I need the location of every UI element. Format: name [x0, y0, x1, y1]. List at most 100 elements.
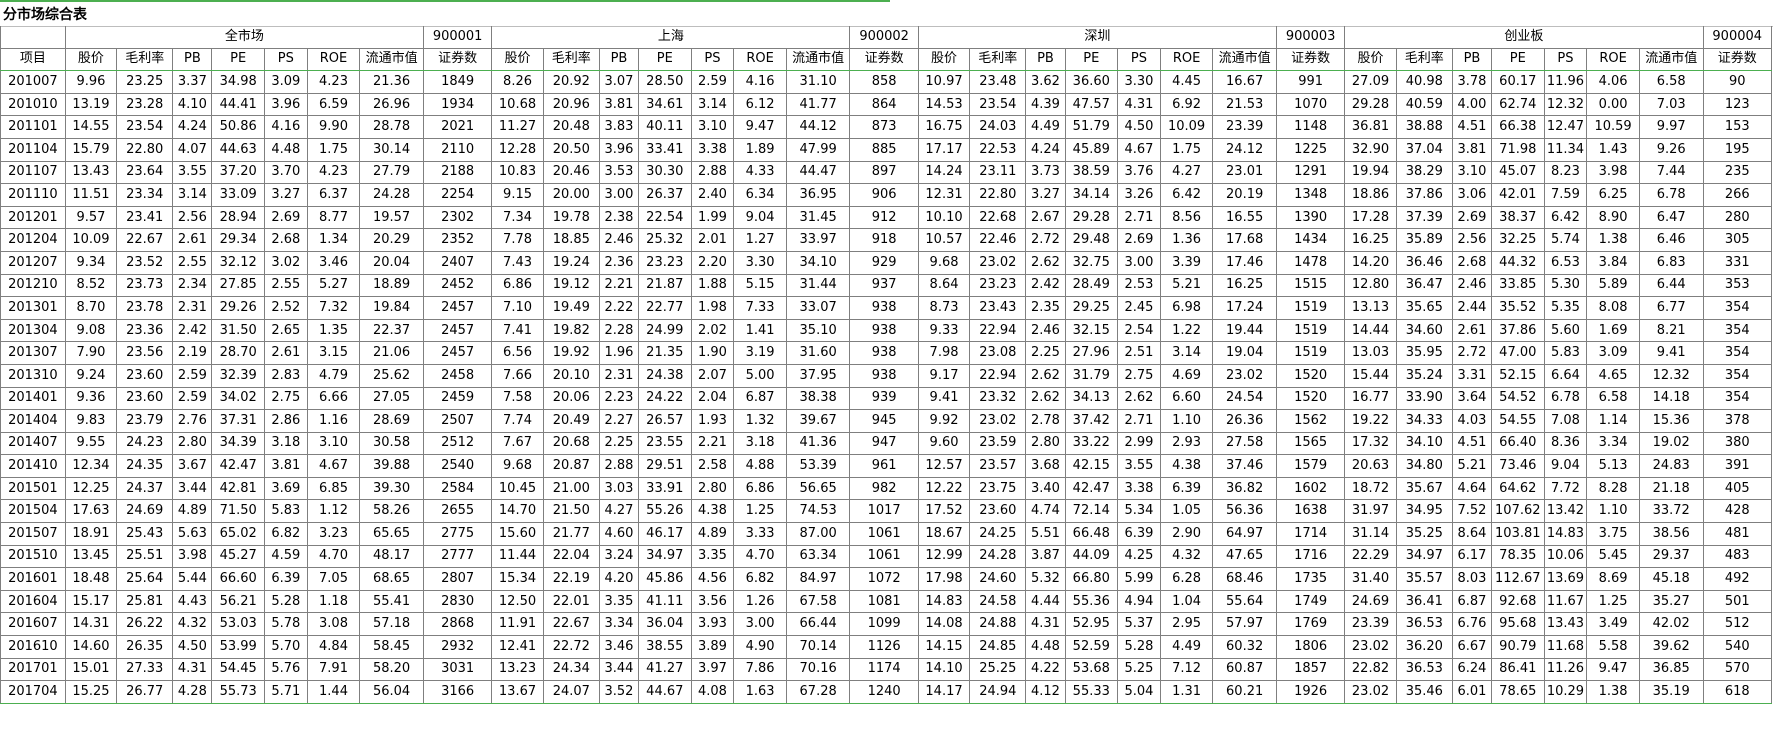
- data-cell: 22.01: [542, 589, 600, 614]
- data-cell: 19.24: [542, 250, 600, 275]
- data-cell: 34.98: [211, 70, 265, 94]
- data-cell: 929: [849, 250, 919, 275]
- data-cell: 24.60: [969, 567, 1027, 591]
- data-cell: 5.21: [1451, 454, 1493, 478]
- data-cell: 9.26: [1638, 137, 1704, 162]
- data-cell: 3.38: [690, 137, 735, 162]
- data-cell: 4.43: [172, 589, 213, 614]
- column-header-cell: 股价: [917, 47, 971, 72]
- data-cell: 11.67: [1543, 589, 1588, 614]
- data-cell: 12.50: [491, 589, 544, 614]
- data-cell: 1562: [1275, 409, 1346, 433]
- data-cell: 4.31: [1025, 612, 1066, 637]
- data-cell: 3.56: [690, 589, 735, 614]
- data-cell: 9.34: [64, 250, 118, 275]
- data-cell: 2.27: [598, 409, 640, 433]
- data-cell: 6.85: [306, 476, 361, 501]
- data-cell: 501: [1702, 589, 1772, 614]
- data-cell: 54.55: [1491, 409, 1545, 433]
- data-cell: 3.78: [1451, 70, 1493, 94]
- data-cell: 53.99: [211, 635, 265, 659]
- data-cell: 87.00: [785, 522, 851, 546]
- data-cell: 4.12: [1025, 680, 1066, 704]
- data-cell: 52.15: [1491, 363, 1545, 388]
- data-cell: 280: [1702, 205, 1772, 230]
- data-cell: 38.38: [785, 386, 851, 411]
- table-row: 201507 18.91 25.43 5.63 65.02 6.82 3.23 65.65 27…: [0, 522, 1772, 546]
- data-cell: 18.67: [917, 522, 971, 546]
- table-row: 201404 9.83 23.79 2.76 37.31 2.86 1.16 28.69 250…: [0, 409, 1772, 433]
- period-cell: 201204: [0, 228, 66, 252]
- data-cell: 3.26: [1117, 183, 1161, 207]
- period-cell: 201410: [0, 454, 66, 478]
- data-cell: 354: [1702, 386, 1772, 411]
- period-cell: 201504: [0, 499, 66, 524]
- data-cell: 33.22: [1064, 431, 1119, 456]
- data-cell: 84.97: [785, 567, 851, 591]
- table-row: 201501 12.25 24.37 3.44 42.81 3.69 6.85 39.30 25…: [0, 476, 1772, 501]
- data-cell: 90: [1702, 70, 1772, 94]
- period-cell: 201701: [0, 657, 66, 682]
- data-cell: 38.55: [638, 635, 692, 659]
- data-cell: 858: [849, 70, 919, 94]
- data-cell: 35.27: [1638, 589, 1704, 614]
- data-cell: 5.21: [1159, 273, 1214, 298]
- data-cell: 9.60: [917, 431, 971, 456]
- data-cell: 36.81: [1344, 115, 1397, 139]
- column-header-row: 项目 股价 毛利率 PB PE PS ROE 流通市值 证券数 股价 毛利率 PB PE PS ROE 流通市…: [0, 47, 1772, 72]
- data-cell: 27.96: [1064, 341, 1119, 365]
- data-cell: 15.36: [1638, 409, 1704, 433]
- data-cell: 22.67: [542, 612, 600, 637]
- column-header-cell: ROE: [1586, 47, 1640, 72]
- data-cell: 23.02: [969, 409, 1027, 433]
- table-row: 201401 9.36 23.60 2.59 34.02 2.75 6.66 27.05 245…: [0, 386, 1772, 411]
- data-cell: 34.10: [785, 250, 851, 275]
- data-cell: 56.04: [359, 680, 424, 704]
- data-cell: 31.60: [785, 341, 851, 365]
- data-cell: 22.72: [542, 635, 600, 659]
- data-cell: 2.46: [598, 228, 640, 252]
- data-cell: 4.39: [1025, 92, 1066, 117]
- data-cell: 4.90: [733, 635, 787, 659]
- data-cell: 2.46: [1025, 318, 1066, 343]
- data-cell: 4.00: [1451, 92, 1493, 117]
- column-header-cell: PS: [1543, 47, 1588, 72]
- table-row: 201007 9.96 23.25 3.37 34.98 3.09 4.23 21.36 184…: [0, 70, 1772, 94]
- data-cell: 7.59: [1543, 183, 1588, 207]
- data-cell: 55.26: [638, 499, 692, 524]
- data-cell: 22.53: [969, 137, 1027, 162]
- data-cell: 1.89: [733, 137, 787, 162]
- data-cell: 1.16: [306, 409, 361, 433]
- data-cell: 1.31: [1159, 680, 1214, 704]
- data-cell: 3.30: [1117, 70, 1161, 94]
- data-cell: 19.78: [542, 205, 600, 230]
- data-cell: 2.80: [690, 476, 735, 501]
- data-cell: 4.10: [172, 92, 213, 117]
- data-cell: 938: [849, 363, 919, 388]
- data-cell: 4.94: [1117, 589, 1161, 614]
- data-cell: 2.61: [172, 228, 213, 252]
- data-cell: 3.37: [172, 70, 213, 94]
- data-cell: 23.02: [1344, 635, 1397, 659]
- data-cell: 57.18: [359, 612, 424, 637]
- data-cell: 9.24: [64, 363, 118, 388]
- data-cell: 1.63: [733, 680, 787, 704]
- data-cell: 9.36: [64, 386, 118, 411]
- group-code-cell: 900002: [849, 26, 919, 49]
- data-cell: 5.58: [1586, 635, 1640, 659]
- data-cell: 1.35: [306, 318, 361, 343]
- table-row: 201204 10.09 22.67 2.61 29.34 2.68 1.34 20.29 23…: [0, 228, 1772, 252]
- table-row: 201604 15.17 25.81 4.43 56.21 5.28 1.18 55.41 28…: [0, 589, 1772, 614]
- data-cell: 2.40: [690, 183, 735, 207]
- data-cell: 11.68: [1543, 635, 1588, 659]
- data-cell: 54.45: [211, 657, 265, 682]
- data-cell: 11.51: [64, 183, 118, 207]
- data-cell: 6.53: [1543, 250, 1588, 275]
- data-cell: 54.52: [1491, 386, 1545, 411]
- sheet-title: 分市场综合表: [3, 7, 87, 23]
- data-cell: 20.29: [359, 228, 424, 252]
- data-cell: 2.71: [1117, 409, 1161, 433]
- data-cell: 35.65: [1395, 296, 1453, 320]
- data-cell: 918: [849, 228, 919, 252]
- group-name-cell: 全市场: [64, 26, 424, 49]
